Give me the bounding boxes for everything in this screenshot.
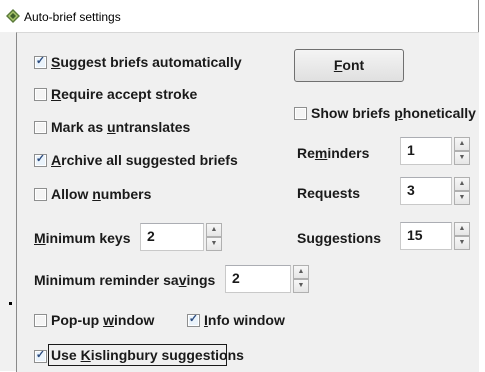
triangle-up-icon[interactable]: ▲ xyxy=(454,177,470,191)
checkbox-box[interactable] xyxy=(34,88,47,101)
suggestions-input[interactable]: 15 xyxy=(400,222,452,250)
triangle-up-icon[interactable]: ▲ xyxy=(454,222,470,236)
triangle-down-icon[interactable]: ▼ xyxy=(206,237,222,251)
checkmark-icon: ✓ xyxy=(35,349,46,361)
requests-input[interactable]: 3 xyxy=(400,177,452,205)
requests-label: Requests xyxy=(297,185,361,201)
minimum-reminder-savings-input[interactable]: 2 xyxy=(225,265,291,293)
triangle-down-icon[interactable]: ▼ xyxy=(454,151,470,165)
minimum-reminder-savings-label: Minimum reminder savings xyxy=(34,272,216,288)
info-window-label: Info window xyxy=(204,312,285,328)
show-phonetically-label: Show briefs phonetically xyxy=(311,105,476,121)
archive-briefs-label: Archive all suggested briefs xyxy=(51,152,238,168)
minimum-keys-input[interactable]: 2 xyxy=(140,223,204,251)
popup-window-label: Pop-up window xyxy=(51,312,155,328)
triangle-up-icon[interactable]: ▲ xyxy=(454,137,470,151)
window-title: Auto-brief settings xyxy=(24,10,121,24)
triangle-down-icon[interactable]: ▼ xyxy=(454,236,470,250)
checkmark-icon: ✓ xyxy=(35,153,46,165)
checkbox-box[interactable]: ✓ xyxy=(34,349,47,363)
checkmark-icon: ✓ xyxy=(188,313,199,325)
allow-numbers-label: Allow numbers xyxy=(51,186,152,202)
reminders-input[interactable]: 1 xyxy=(400,137,452,165)
diamond-app-icon xyxy=(6,9,20,23)
kislingbury-label: Use Kislingbury suggestions xyxy=(51,347,244,363)
title-bar[interactable]: Auto-brief settings xyxy=(0,0,478,32)
dialog-client-area: ✓ Suggest briefs automatically Require a… xyxy=(16,32,479,372)
triangle-up-icon[interactable]: ▲ xyxy=(293,265,309,279)
checkbox-box[interactable]: ✓ xyxy=(34,55,47,69)
minimum-keys-label: Minimum keys xyxy=(34,230,131,246)
triangle-up-icon[interactable]: ▲ xyxy=(206,223,222,237)
mark-untranslates-label: Mark as untranslates xyxy=(51,119,191,135)
triangle-down-icon[interactable]: ▼ xyxy=(293,279,309,293)
checkbox-box[interactable] xyxy=(34,188,47,201)
require-accept-label: Require accept stroke xyxy=(51,86,198,102)
suggestions-label: Suggestions xyxy=(297,230,382,246)
checkbox-box[interactable]: ✓ xyxy=(34,153,47,167)
suggest-briefs-label: Suggest briefs automatically xyxy=(51,54,242,70)
mouse-pointer xyxy=(9,302,12,305)
dialog-window: Auto-brief settings ✓ Suggest briefs aut… xyxy=(0,0,479,372)
checkbox-box[interactable] xyxy=(294,107,307,120)
checkbox-box[interactable] xyxy=(34,121,47,134)
checkmark-icon: ✓ xyxy=(35,55,46,67)
checkbox-box[interactable]: ✓ xyxy=(187,313,200,327)
font-button[interactable]: Font xyxy=(294,49,404,82)
triangle-down-icon[interactable]: ▼ xyxy=(454,191,470,205)
reminders-label: Reminders xyxy=(297,145,370,161)
checkbox-box[interactable] xyxy=(34,314,47,327)
